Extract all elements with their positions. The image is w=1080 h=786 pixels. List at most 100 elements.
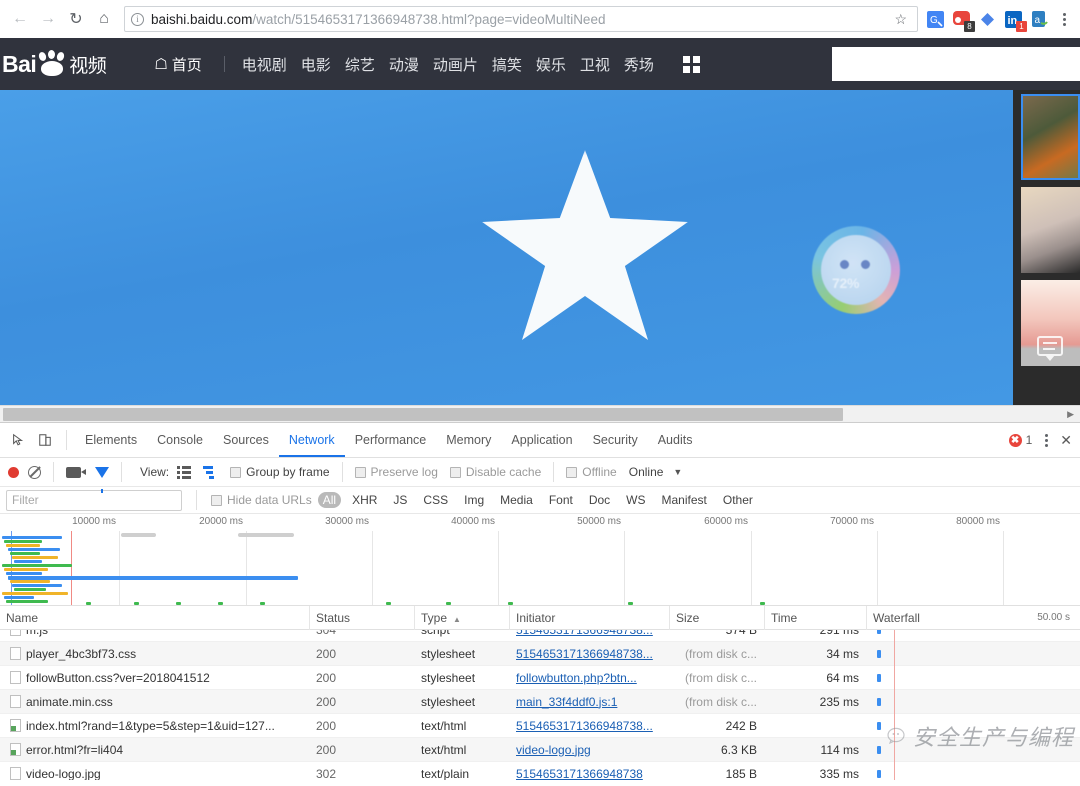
tab-audits[interactable]: Audits <box>648 423 703 457</box>
tab-memory[interactable]: Memory <box>436 423 501 457</box>
browser-menu-icon[interactable] <box>1056 12 1072 26</box>
filter-icon[interactable] <box>95 466 109 493</box>
scrollbar-thumb[interactable] <box>3 407 843 421</box>
back-button[interactable]: ← <box>6 5 34 33</box>
nav-item-movies[interactable]: 电影 <box>294 54 338 75</box>
clear-icon[interactable] <box>28 465 41 479</box>
devtools-menu-icon[interactable] <box>1038 433 1054 447</box>
nav-item-satellite-tv[interactable]: 卫视 <box>573 54 617 75</box>
cell-initiator[interactable]: 5154653171366948738... <box>510 714 670 738</box>
filter-type-font[interactable]: Font <box>544 492 578 508</box>
tab-security[interactable]: Security <box>583 423 648 457</box>
filter-type-manifest[interactable]: Manifest <box>657 492 712 508</box>
forward-button[interactable]: → <box>34 5 62 33</box>
nav-item-home[interactable]: ☖ 首页 <box>142 54 213 75</box>
cell-initiator[interactable]: video-logo.jpg <box>510 738 670 762</box>
column-header-waterfall[interactable]: Waterfall 50.00 s <box>867 606 1080 630</box>
amazon-assistant-icon[interactable]: a <box>1030 10 1049 29</box>
filter-type-js[interactable]: JS <box>388 492 412 508</box>
table-row[interactable]: video-logo.jpg 302 text/plain 5154653171366… <box>0 761 1080 781</box>
baidu-video-logo[interactable]: Bai 视频 <box>2 50 107 78</box>
playlist-thumb-1[interactable] <box>1021 94 1080 180</box>
table-row[interactable]: animate.min.css 200 stylesheet main_33f4ddf… <box>0 689 1080 714</box>
nav-item-showtime[interactable]: 秀场 <box>617 54 661 75</box>
error-count[interactable]: ✖ 1 <box>1008 433 1032 447</box>
tab-network[interactable]: Network <box>278 423 345 457</box>
table-row[interactable]: index.html?rand=1&type=5&step=1&uid=127.… <box>0 713 1080 738</box>
downloads-extension-icon[interactable]: 8 <box>952 10 975 32</box>
column-header-size[interactable]: Size <box>670 605 765 630</box>
cell-initiator[interactable]: 5154653171366948738... <box>510 630 670 642</box>
address-bar[interactable]: i baishi.baidu.com/watch/515465317136694… <box>124 6 918 32</box>
filter-input[interactable] <box>6 489 182 511</box>
filter-type-media[interactable]: Media <box>495 492 538 508</box>
video-player[interactable]: 72% <box>0 90 1013 405</box>
hide-data-urls-option[interactable]: Hide data URLs <box>211 493 312 507</box>
disable-cache-option[interactable]: Disable cache <box>449 465 541 479</box>
record-button-icon[interactable] <box>8 466 19 478</box>
tab-console[interactable]: Console <box>147 423 213 457</box>
playlist-thumb-2[interactable] <box>1021 187 1080 273</box>
app-grid-icon[interactable] <box>682 55 700 73</box>
site-info-icon[interactable]: i <box>131 12 144 26</box>
cell-initiator[interactable]: 5154653171366948738... <box>510 642 670 666</box>
hide-data-urls-checkbox[interactable] <box>211 494 222 506</box>
page-horizontal-scrollbar[interactable]: ▶ <box>0 405 1080 422</box>
table-row[interactable]: m.js 304script5154653171366948738...574 B… <box>0 630 1080 642</box>
inspect-element-icon[interactable] <box>4 427 31 453</box>
filter-type-css[interactable]: CSS <box>418 492 453 508</box>
offline-option[interactable]: Offline <box>566 465 617 479</box>
network-request-list[interactable]: m.js304script5154653171366948738...574 B… <box>0 630 1080 780</box>
tab-elements[interactable]: Elements <box>75 423 147 457</box>
network-overview-timeline[interactable]: 10000 ms 20000 ms 30000 ms 40000 ms 5000… <box>0 514 1080 606</box>
capture-screenshots-icon[interactable] <box>66 466 86 478</box>
tab-application[interactable]: Application <box>501 423 582 457</box>
waterfall-view-icon[interactable] <box>203 465 215 479</box>
reload-button[interactable]: ↻ <box>62 5 90 33</box>
playlist-thumb-3[interactable] <box>1021 280 1080 366</box>
column-header-type[interactable]: Type ▲ <box>415 605 510 630</box>
bookmark-star-icon[interactable]: ☆ <box>894 11 907 28</box>
tab-sources[interactable]: Sources <box>213 423 279 457</box>
nav-item-funny[interactable]: 搞笑 <box>485 54 529 75</box>
list-view-icon[interactable] <box>177 466 191 479</box>
table-row[interactable]: player_4bc3bf73.css 200 stylesheet 51546531… <box>0 641 1080 666</box>
scroll-right-arrow-icon[interactable]: ▶ <box>1067 409 1074 420</box>
offline-checkbox[interactable] <box>566 466 578 478</box>
filter-type-xhr[interactable]: XHR <box>347 492 382 508</box>
devtools-close-icon[interactable]: ✕ <box>1060 432 1072 449</box>
group-by-frame-checkbox[interactable] <box>230 466 242 478</box>
diamond-extension-icon[interactable] <box>978 10 997 29</box>
filter-type-all[interactable]: All <box>317 492 342 508</box>
table-row[interactable]: followButton.css?ver=2018041512 200 styles… <box>0 665 1080 690</box>
translate-extension-icon[interactable]: G <box>926 10 945 29</box>
preserve-log-checkbox[interactable] <box>354 466 366 478</box>
disable-cache-checkbox[interactable] <box>449 466 461 478</box>
column-header-time[interactable]: Time <box>765 605 867 630</box>
cell-initiator[interactable]: main_33f4ddf0.js:1 <box>510 690 670 714</box>
nav-item-tv-series[interactable]: 电视剧 <box>235 54 294 75</box>
throttling-value[interactable]: Online <box>629 465 664 479</box>
nav-item-entertainment[interactable]: 娱乐 <box>529 54 573 75</box>
filter-type-ws[interactable]: WS <box>621 492 650 508</box>
table-row[interactable]: error.html?fr=li404 200 text/html video-log… <box>0 737 1080 762</box>
nav-item-variety[interactable]: 综艺 <box>338 54 382 75</box>
nav-item-cartoon[interactable]: 动画片 <box>426 54 485 75</box>
nav-item-anime[interactable]: 动漫 <box>382 54 426 75</box>
column-header-status[interactable]: Status <box>310 605 415 630</box>
chevron-down-icon[interactable]: ▼ <box>673 467 682 477</box>
home-button[interactable]: ⌂ <box>90 5 118 33</box>
filter-type-other[interactable]: Other <box>718 492 758 508</box>
tab-performance[interactable]: Performance <box>345 423 437 457</box>
cell-initiator[interactable]: 5154653171366948738 <box>510 762 670 781</box>
linkedin-extension-icon[interactable]: in 1 <box>1004 10 1027 32</box>
filter-type-doc[interactable]: Doc <box>584 492 615 508</box>
cell-initiator[interactable]: followbutton.php?btn... <box>510 666 670 690</box>
baidu-search-input[interactable] <box>832 47 1080 81</box>
column-header-initiator[interactable]: Initiator <box>510 605 670 630</box>
toggle-device-toolbar-icon[interactable] <box>31 427 58 453</box>
group-by-frame-option[interactable]: Group by frame <box>230 465 330 479</box>
preserve-log-option[interactable]: Preserve log <box>354 465 438 479</box>
filter-type-img[interactable]: Img <box>459 492 489 508</box>
column-header-name[interactable]: Name <box>0 605 310 630</box>
